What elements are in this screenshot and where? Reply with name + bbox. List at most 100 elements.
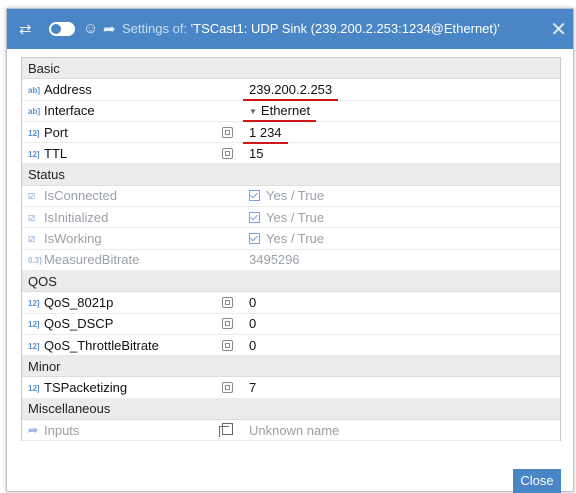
copy-icon[interactable] <box>219 422 233 437</box>
row-is-initialized: ☑ IsInitialized Yes / True <box>22 206 560 229</box>
section-basic[interactable]: Basic <box>22 58 560 80</box>
ttl-value[interactable]: 15 <box>241 142 560 165</box>
property-name: ☑ IsInitialized <box>22 206 214 229</box>
inputs-value[interactable]: Unknown name <box>241 419 560 442</box>
is-initialized-value: Yes / True <box>241 206 560 229</box>
settings-dialog: ⇄ ☺ ➦ Settings of: 'TSCast1: UDP Sink (2… <box>6 8 574 493</box>
type-cell <box>214 121 241 144</box>
row-ttl[interactable]: 12] TTL 15 <box>22 142 560 165</box>
property-label: QoS_ThrottleBitrate <box>44 337 159 353</box>
checkbox-checked-icon <box>249 190 260 202</box>
title-prefix: Settings of: <box>122 21 188 36</box>
row-qos-dscp[interactable]: 12] QoS_DSCP 0 <box>22 313 560 335</box>
property-label: Address <box>44 81 92 97</box>
default-value-icon[interactable] <box>222 318 233 330</box>
dropdown-caret-icon[interactable]: ▼ <box>249 107 257 116</box>
qos-8021p-value[interactable]: 0 <box>241 291 560 314</box>
property-label: IsWorking <box>44 231 102 247</box>
section-label: Status <box>22 163 560 186</box>
integer-type-icon: 12] <box>28 384 40 394</box>
bool-text: Yes / True <box>266 231 325 247</box>
interface-select[interactable]: ▼ Ethernet <box>241 100 560 123</box>
default-value-icon[interactable] <box>222 147 233 159</box>
interface-text: Ethernet <box>260 103 311 119</box>
string-type-icon: ab] <box>28 85 40 95</box>
bool-type-icon: ☑ <box>28 192 36 202</box>
type-cell <box>214 78 241 101</box>
property-name: ➦ Inputs <box>22 419 214 442</box>
property-name: ab] Interface <box>22 100 214 122</box>
property-name: 0.3] MeasuredBitrate <box>22 249 214 271</box>
property-name: ☑ IsConnected <box>22 185 214 208</box>
property-label: Inputs <box>44 422 80 438</box>
section-minor[interactable]: Minor <box>22 355 560 378</box>
property-name: 12] QoS_ThrottleBitrate <box>22 334 214 357</box>
checkbox-checked-icon <box>249 211 260 223</box>
bool-text: Yes / True <box>266 209 325 225</box>
share-arrow-icon[interactable]: ➦ <box>103 20 116 38</box>
address-value[interactable]: 239.200.2.253 <box>241 78 560 101</box>
section-label: Basic <box>22 58 560 80</box>
default-value-icon[interactable] <box>222 126 233 138</box>
qos-dscp-value[interactable]: 0 <box>241 313 560 335</box>
properties-table: Basic ab] Address 239.200.2.253 ab] Interf… <box>22 58 560 442</box>
integer-type-icon: 12] <box>28 128 40 138</box>
type-cell <box>214 206 241 229</box>
type-cell <box>214 376 241 399</box>
default-value-icon[interactable] <box>222 339 233 351</box>
row-is-connected: ☑ IsConnected Yes / True <box>22 185 560 208</box>
integer-type-icon: 12] <box>28 149 40 159</box>
enable-toggle[interactable] <box>49 22 75 36</box>
port-value[interactable]: 1 234 <box>241 121 560 144</box>
property-label: TTL <box>44 145 68 161</box>
dialog-title: Settings of: 'TSCast1: UDP Sink (239.200… <box>122 9 500 49</box>
section-label: Miscellaneous <box>22 398 560 421</box>
bool-type-icon: ☑ <box>28 235 36 245</box>
row-qos-8021p[interactable]: 12] QoS_8021p 0 <box>22 291 560 314</box>
bool-type-icon: ☑ <box>28 213 36 223</box>
property-label: QoS_DSCP <box>44 316 114 332</box>
default-value-icon[interactable] <box>222 296 233 308</box>
property-name: 12] QoS_8021p <box>22 291 214 314</box>
checkbox-checked-icon <box>249 233 260 245</box>
row-interface[interactable]: ab] Interface ▼ Ethernet <box>22 100 560 123</box>
is-working-value: Yes / True <box>241 227 560 250</box>
integer-type-icon: 12] <box>28 298 40 308</box>
type-cell <box>214 142 241 165</box>
close-button[interactable]: Close <box>513 469 561 493</box>
section-qos[interactable]: QOS <box>22 270 560 293</box>
default-value-icon[interactable] <box>222 382 233 394</box>
close-icon[interactable]: ✕ <box>550 17 567 42</box>
type-cell <box>214 249 241 271</box>
row-port[interactable]: 12] Port 1 234 <box>22 121 560 144</box>
port-text: 1 234 <box>243 124 288 144</box>
type-cell <box>214 334 241 357</box>
qos-throttle-value[interactable]: 0 <box>241 334 560 357</box>
measured-bitrate-value: 3495296 <box>241 249 560 271</box>
smiley-icon[interactable]: ☺ <box>83 20 98 37</box>
ts-packetizing-value[interactable]: 7 <box>241 376 560 399</box>
type-cell <box>214 227 241 250</box>
property-label: QoS_8021p <box>44 294 114 310</box>
type-cell <box>214 419 241 442</box>
row-ts-packetizing[interactable]: 12] TSPacketizing 7 <box>22 376 560 399</box>
property-label: Interface <box>44 103 95 119</box>
property-label: MeasuredBitrate <box>44 252 140 268</box>
row-address[interactable]: ab] Address 239.200.2.253 <box>22 78 560 101</box>
type-cell <box>214 100 241 122</box>
is-connected-value: Yes / True <box>241 185 560 208</box>
section-label: Minor <box>22 355 560 378</box>
row-qos-throttle[interactable]: 12] QoS_ThrottleBitrate 0 <box>22 334 560 357</box>
integer-type-icon: 12] <box>28 341 40 351</box>
section-status[interactable]: Status <box>22 163 560 186</box>
swap-arrows-icon[interactable]: ⇄ <box>19 20 32 38</box>
property-label: Port <box>44 124 68 140</box>
row-measured-bitrate: 0.3] MeasuredBitrate 3495296 <box>22 249 560 271</box>
string-type-icon: ab] <box>28 107 40 117</box>
section-misc[interactable]: Miscellaneous <box>22 398 560 421</box>
property-name: ☑ IsWorking <box>22 227 214 250</box>
property-name: 12] QoS_DSCP <box>22 313 214 335</box>
property-label: TSPacketizing <box>44 380 128 396</box>
property-name: 12] TTL <box>22 142 214 165</box>
row-inputs[interactable]: ➦ Inputs Unknown name <box>22 419 560 442</box>
